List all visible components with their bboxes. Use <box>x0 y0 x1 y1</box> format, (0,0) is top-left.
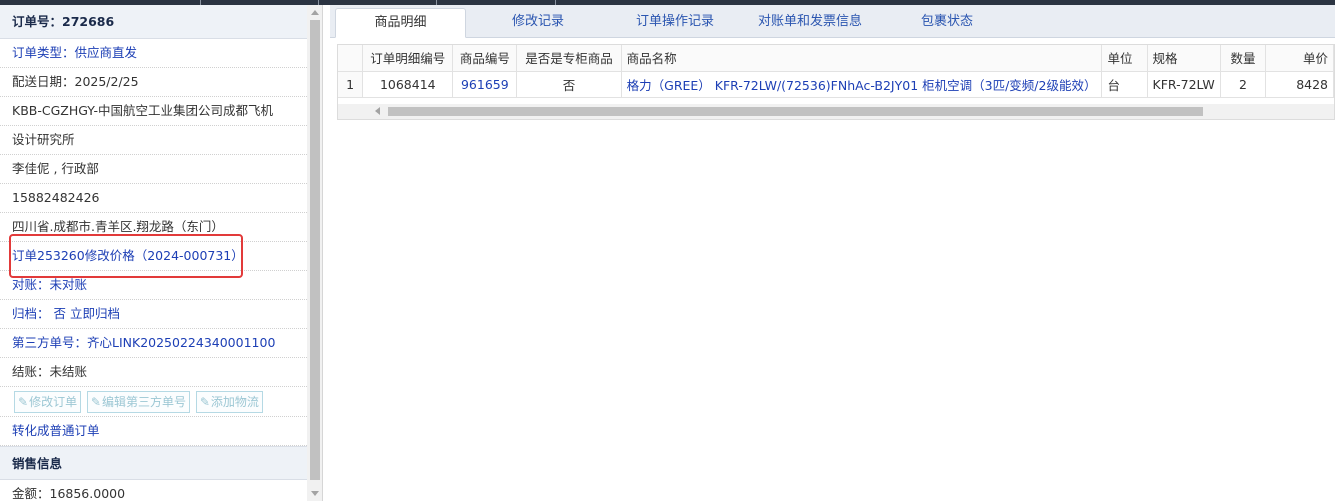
column-header[interactable]: 单位 <box>1101 45 1148 72</box>
price-cell: 8428 <box>1265 71 1334 98</box>
tab-modification-log[interactable]: 修改记录 <box>478 8 598 38</box>
tab-statement-invoice[interactable]: 对账单和发票信息 <box>740 8 880 38</box>
add-logistics-label: 添加物流 <box>210 395 259 409</box>
column-header[interactable]: 数量 <box>1220 45 1267 72</box>
scrollbar-thumb[interactable] <box>310 20 320 480</box>
product-name-cell[interactable]: 格力（GREE） KFR-72LW/(72536)FNhAc-B2JY01 柜机… <box>621 71 1103 98</box>
quantity-cell: 2 <box>1220 71 1267 98</box>
reconcile-status: 对账：未对账 <box>0 271 307 300</box>
order-action-buttons: ✎修改订单 ✎编辑第三方单号 ✎添加物流 <box>0 387 307 417</box>
unit-cell: 台 <box>1101 71 1148 98</box>
edit-order-button[interactable]: ✎修改订单 <box>14 391 82 413</box>
column-header[interactable]: 规格 <box>1147 45 1221 72</box>
table-row[interactable]: 1 1068414 961659 否 格力（GREE） KFR-72LW/(72… <box>338 71 1334 98</box>
edit-third-party-button[interactable]: ✎编辑第三方单号 <box>86 391 190 413</box>
company-name: KBB-CGZHGY-中国航空工业集团公司成都飞机 设计研究所 <box>0 97 307 155</box>
scroll-down-arrow-icon[interactable] <box>311 491 319 496</box>
convert-to-normal-order-link[interactable]: 转化成普通订单 <box>0 417 307 446</box>
archive-label: 归档： <box>12 306 50 321</box>
column-header[interactable]: 单价 <box>1265 45 1334 72</box>
product-table: 订单明细编号 商品编号 是否是专柜商品 商品名称 单位 规格 数量 单价 1 1… <box>337 44 1335 120</box>
company-name-line1: KBB-CGZHGY-中国航空工业集团公司成都飞机 <box>12 103 273 118</box>
column-header-index <box>338 45 364 72</box>
edit-order-label: 修改订单 <box>29 395 78 409</box>
detail-id-cell: 1068414 <box>362 71 454 98</box>
spec-cell: KFR-72LW <box>1147 71 1221 98</box>
archive-now-link[interactable]: 立即归档 <box>70 306 120 321</box>
price-change-link[interactable]: 订单253260修改价格（2024-000731） <box>0 242 307 271</box>
column-header[interactable]: 订单明细编号 <box>362 45 454 72</box>
table-header-row: 订单明细编号 商品编号 是否是专柜商品 商品名称 单位 规格 数量 单价 <box>338 45 1334 72</box>
scroll-up-arrow-icon[interactable] <box>311 10 319 15</box>
row-number: 1 <box>338 71 364 98</box>
order-info-panel: 订单号：272686 订单类型：供应商直发 配送日期：2025/2/25 KBB… <box>0 5 323 501</box>
table-horizontal-scrollbar[interactable] <box>338 104 1334 119</box>
company-name-line2: 设计研究所 <box>0 125 307 154</box>
tab-operation-log[interactable]: 订单操作记录 <box>615 8 735 38</box>
product-id-cell[interactable]: 961659 <box>452 71 518 98</box>
third-party-order-number: 第三方单号：齐心LINK20250224340001100 <box>0 329 307 358</box>
edit-icon: ✎ <box>90 395 101 409</box>
detail-panel: 商品明细 修改记录 订单操作记录 对账单和发票信息 包裹状态 订单明细编号 商品… <box>330 5 1335 501</box>
column-header[interactable]: 商品名称 <box>621 45 1103 72</box>
tab-product-details[interactable]: 商品明细 <box>335 8 466 38</box>
horizontal-scrollbar-thumb[interactable] <box>388 107 1203 116</box>
contact-person: 李佳伲 , 行政部 <box>0 155 307 184</box>
is-counter-cell: 否 <box>516 71 622 98</box>
edit-icon: ✎ <box>199 395 210 409</box>
scroll-left-arrow-icon[interactable] <box>375 107 380 115</box>
column-header[interactable]: 是否是专柜商品 <box>516 45 622 72</box>
edit-third-party-label: 编辑第三方单号 <box>101 395 186 409</box>
tab-package-status[interactable]: 包裹状态 <box>900 8 994 38</box>
order-number-header: 订单号：272686 <box>0 5 307 39</box>
order-amount: 金额：16856.0000 <box>0 480 307 501</box>
archive-status: 归档： 否 立即归档 <box>0 300 307 329</box>
sales-info-header: 销售信息 <box>0 446 307 480</box>
left-panel-scrollbar[interactable] <box>307 5 322 501</box>
order-info-list: 订单号：272686 订单类型：供应商直发 配送日期：2025/2/25 KBB… <box>0 5 307 501</box>
delivery-date: 配送日期：2025/2/25 <box>0 68 307 97</box>
column-header[interactable]: 商品编号 <box>452 45 518 72</box>
archive-value: 否 <box>53 306 67 321</box>
settlement-status: 结账：未结账 <box>0 358 307 387</box>
add-logistics-button[interactable]: ✎添加物流 <box>195 391 263 413</box>
delivery-address: 四川省.成都市.青羊区.翔龙路（东门） <box>0 213 307 242</box>
contact-phone: 15882482426 <box>0 184 307 213</box>
tab-bar: 商品明细 修改记录 订单操作记录 对账单和发票信息 包裹状态 <box>330 5 1335 38</box>
edit-icon: ✎ <box>18 395 29 409</box>
order-type: 订单类型：供应商直发 <box>0 39 307 68</box>
